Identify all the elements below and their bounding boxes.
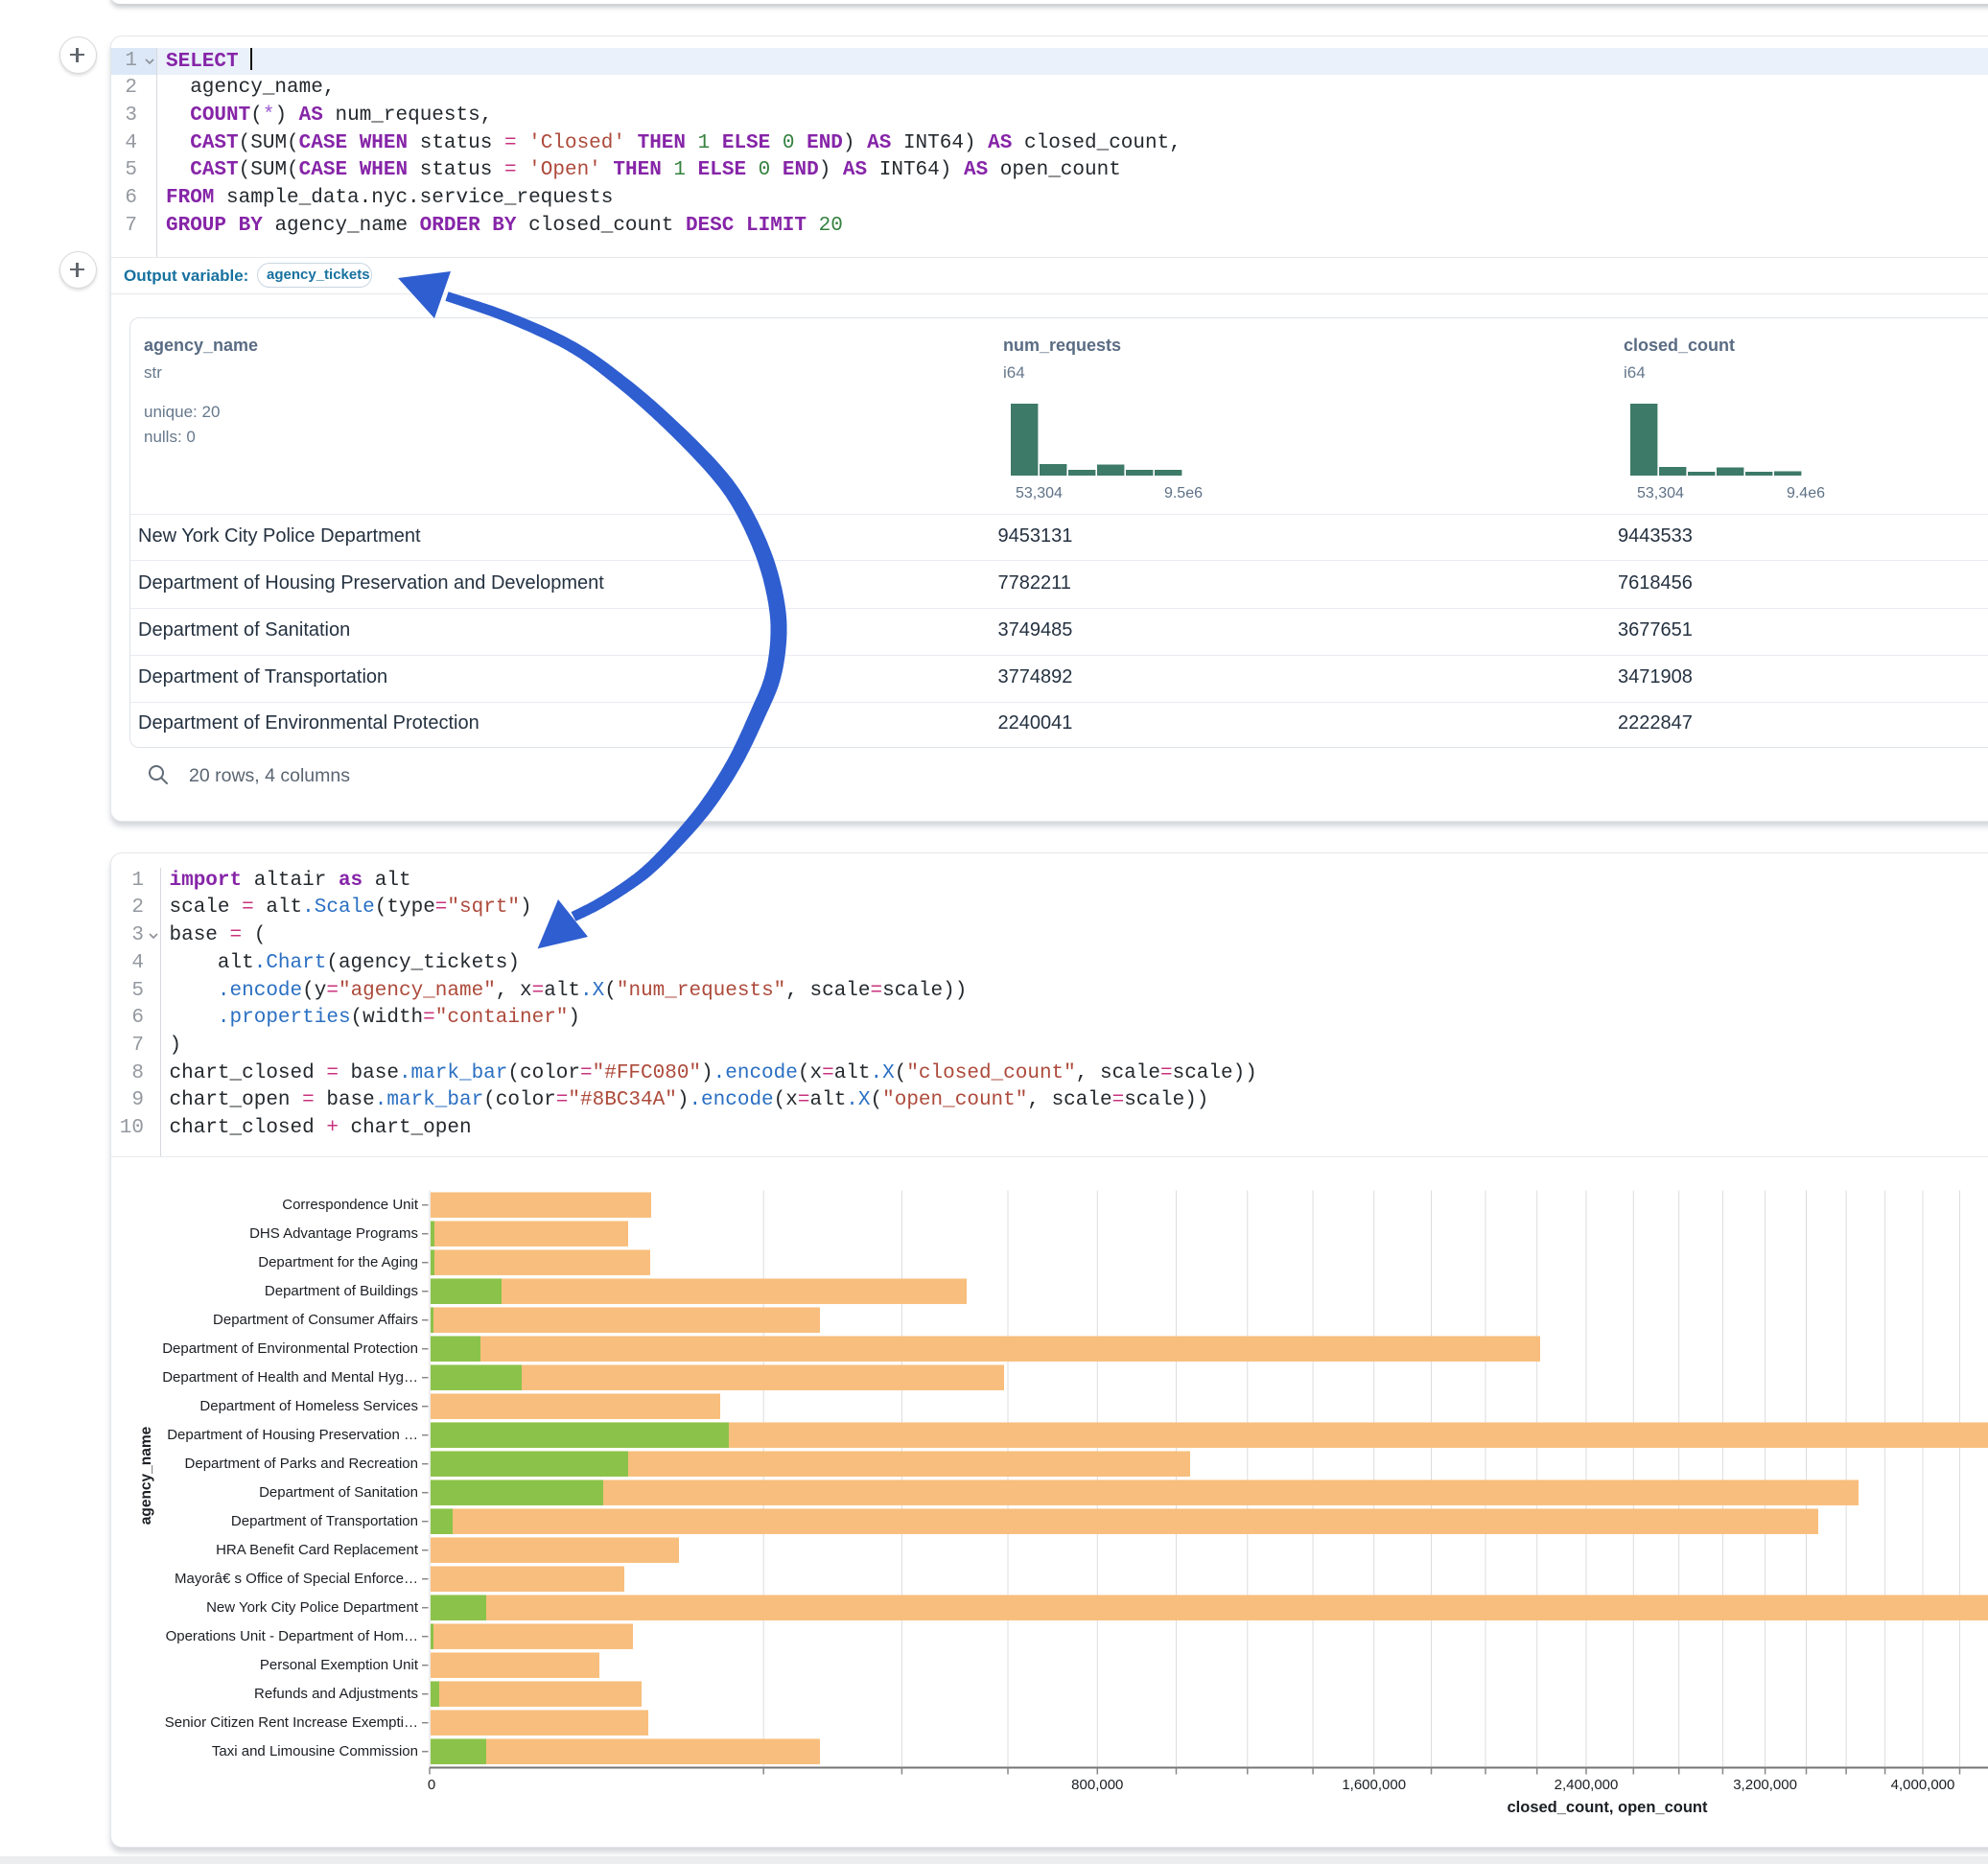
- svg-text:800,000: 800,000: [1071, 1777, 1123, 1793]
- svg-text:DHS Advantage Programs: DHS Advantage Programs: [249, 1225, 418, 1242]
- svg-text:Mayorâ€ s Office of Special En: Mayorâ€ s Office of Special Enforce…: [175, 1571, 418, 1587]
- svg-text:Refunds and Adjustments: Refunds and Adjustments: [254, 1686, 418, 1702]
- svg-text:New York City Police Departmen: New York City Police Department: [206, 1599, 419, 1616]
- svg-text:Senior Citizen Rent Increase E: Senior Citizen Rent Increase Exempti…: [165, 1714, 418, 1731]
- svg-text:2,400,000: 2,400,000: [1555, 1777, 1619, 1793]
- svg-text:Department of Environmental Pr: Department of Environmental Protection: [162, 1340, 418, 1357]
- svg-text:Department of Homeless Service: Department of Homeless Services: [199, 1398, 418, 1414]
- svg-text:3,200,000: 3,200,000: [1733, 1777, 1797, 1793]
- svg-text:Personal Exemption Unit: Personal Exemption Unit: [260, 1657, 419, 1673]
- svg-text:Department for the Aging: Department for the Aging: [258, 1254, 418, 1270]
- svg-text:Correspondence Unit: Correspondence Unit: [282, 1197, 419, 1213]
- svg-text:Department of Buildings: Department of Buildings: [265, 1283, 418, 1299]
- svg-text:Taxi and Limousine Commission: Taxi and Limousine Commission: [212, 1743, 418, 1759]
- svg-text:Department of Health and Menta: Department of Health and Mental Hyg…: [162, 1369, 418, 1386]
- svg-text:Operations Unit - Department o: Operations Unit - Department of Hom…: [166, 1628, 418, 1644]
- svg-text:agency_name: agency_name: [138, 1426, 154, 1525]
- svg-text:Department of Transportation: Department of Transportation: [231, 1513, 418, 1529]
- svg-text:closed_count, open_count: closed_count, open_count: [1507, 1799, 1708, 1816]
- svg-text:0: 0: [428, 1777, 435, 1793]
- svg-text:4,000,000: 4,000,000: [1891, 1777, 1955, 1793]
- svg-text:1,600,000: 1,600,000: [1342, 1777, 1406, 1793]
- svg-text:HRA Benefit Card Replacement: HRA Benefit Card Replacement: [216, 1542, 419, 1558]
- svg-text:Department of Consumer Affairs: Department of Consumer Affairs: [213, 1312, 418, 1328]
- svg-text:Department of Sanitation: Department of Sanitation: [259, 1484, 418, 1501]
- svg-text:Department of Parks and Recrea: Department of Parks and Recreation: [185, 1456, 418, 1472]
- svg-text:Department of Housing Preserva: Department of Housing Preservation …: [167, 1427, 418, 1443]
